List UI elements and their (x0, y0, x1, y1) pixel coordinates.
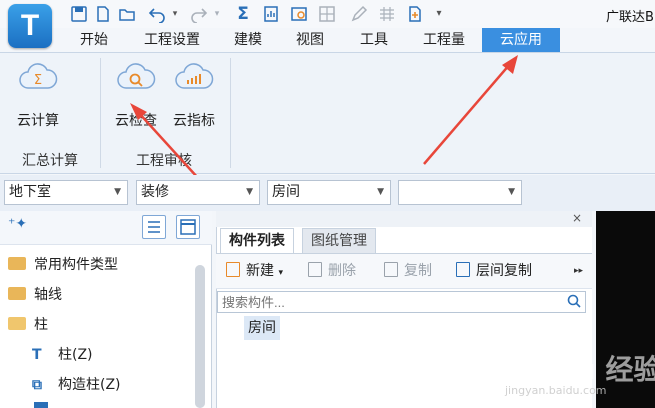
component-select[interactable]: ▼ (398, 180, 522, 205)
chevron-down-icon: ▼ (246, 187, 253, 197)
tab-project-settings[interactable]: 工程设置 (132, 28, 212, 52)
app-logo[interactable]: T (8, 4, 52, 48)
cloud-calc-label: 云计算 (17, 113, 59, 129)
folder-icon (8, 257, 26, 270)
group-summary-calc: 汇总计算 (22, 153, 78, 169)
new-label: 新建 (246, 263, 274, 279)
list-view-icon (148, 221, 160, 233)
list-item[interactable]: 房间 (244, 316, 280, 340)
tree-item-label: 柱(Z) (58, 347, 93, 363)
group-separator (100, 58, 101, 168)
tree-item-label: 柱 (34, 317, 48, 333)
redo-dropdown-icon[interactable]: ▾ (208, 5, 226, 23)
list-view-button[interactable] (142, 215, 166, 239)
floor-copy-label: 层间复制 (476, 263, 532, 279)
sum-icon[interactable]: Σ (234, 5, 252, 23)
customize-qa-icon[interactable]: ▾ (430, 5, 448, 23)
ribbon-panel (0, 52, 655, 174)
delete-button[interactable]: 删除 (308, 261, 356, 281)
tab-start[interactable]: 开始 (68, 28, 120, 52)
floor-copy-icon (456, 262, 470, 277)
chevron-down-icon: ▾ (278, 268, 283, 278)
copy-icon (384, 262, 398, 277)
search-icon[interactable] (566, 293, 582, 309)
detail-view-button[interactable] (176, 215, 200, 239)
copy-button[interactable]: 复制 (384, 261, 432, 281)
folder-icon (8, 287, 26, 300)
copy-label: 复制 (404, 263, 432, 279)
component-search-input[interactable] (217, 291, 586, 313)
construct-column-icon: ⧉ (32, 377, 42, 393)
tree-item-column-z[interactable]: T 柱(Z) (32, 344, 93, 366)
floor-copy-button[interactable]: 层间复制 (456, 261, 532, 281)
tree-item-axis[interactable]: 轴线 (8, 284, 62, 306)
view-icon[interactable] (290, 5, 308, 23)
tab-modeling[interactable]: 建模 (222, 28, 274, 52)
grid-icon[interactable] (318, 5, 336, 23)
delete-label: 删除 (328, 263, 356, 279)
new-icon (226, 262, 240, 277)
group-separator (230, 58, 231, 168)
tree-item-construct-column[interactable]: ⧉ 构造柱(Z) (32, 374, 121, 396)
detail-view-icon (180, 219, 196, 235)
undo-icon[interactable] (148, 5, 166, 23)
cloud-index-button[interactable]: 云指标 (168, 62, 220, 130)
table-icon[interactable] (378, 5, 396, 23)
open-folder-icon[interactable] (118, 5, 136, 23)
cloud-index-label: 云指标 (173, 113, 215, 129)
app-title: 广联达B (606, 10, 654, 25)
redo-icon[interactable] (190, 5, 208, 23)
tree-scrollbar-thumb[interactable] (195, 265, 205, 408)
group-project-review: 工程审核 (136, 153, 192, 169)
floor-select-value: 地下室 (9, 184, 51, 200)
tree-item-common-types[interactable]: 常用构件类型 (8, 254, 118, 276)
undo-dropdown-icon[interactable]: ▾ (166, 5, 184, 23)
floor-select[interactable]: 地下室 ▼ (4, 180, 128, 205)
watermark: Baidu 经验 (506, 353, 655, 386)
cloud-calc-button[interactable]: Σ 云计算 (12, 62, 64, 130)
chevron-down-icon: ▼ (377, 187, 384, 197)
close-icon[interactable]: × (572, 211, 582, 225)
column-icon: T (32, 347, 42, 363)
tab-tools[interactable]: 工具 (348, 28, 400, 52)
expand-tree-icon[interactable]: ⁺✦ (8, 216, 27, 232)
tab-view[interactable]: 视图 (284, 28, 336, 52)
toolbar-overflow-icon[interactable]: ▸▸ (574, 261, 583, 281)
chevron-down-icon: ▼ (114, 187, 121, 197)
report-icon[interactable] (262, 5, 280, 23)
folder-open-icon (8, 317, 26, 330)
save-icon[interactable] (70, 5, 88, 23)
tree-item-label: 常用构件类型 (34, 257, 118, 273)
cloud-chart-icon (175, 63, 214, 89)
pen-icon[interactable] (350, 5, 368, 23)
svg-text:Σ: Σ (34, 73, 42, 88)
watermark-url: jingyan.baidu.com (505, 384, 607, 397)
cloud-search-icon (117, 63, 156, 89)
delete-icon (308, 262, 322, 277)
tab-component-list[interactable]: 构件列表 (220, 228, 294, 253)
panel-header (216, 211, 592, 227)
tab-cloud-apps[interactable]: 云应用 (482, 28, 560, 52)
add-doc-icon[interactable] (406, 5, 424, 23)
tab-quantity[interactable]: 工程量 (412, 28, 476, 52)
type-select[interactable]: 房间 ▼ (267, 180, 391, 205)
tree-item-label: 构造柱(Z) (58, 377, 121, 393)
chevron-down-icon: ▼ (508, 187, 515, 197)
cloud-check-label: 云检查 (115, 113, 157, 129)
tree-item-label: 轴线 (34, 287, 62, 303)
category-select[interactable]: 装修 ▼ (136, 180, 260, 205)
tree-item-column[interactable]: 柱 (8, 314, 48, 336)
new-button[interactable]: 新建 ▾ (226, 261, 283, 283)
tab-drawing-management[interactable]: 图纸管理 (302, 228, 376, 253)
type-select-value: 房间 (272, 184, 300, 200)
category-select-value: 装修 (141, 184, 169, 200)
cloud-check-button[interactable]: 云检查 (110, 62, 162, 130)
next-tree-item-icon (34, 402, 48, 408)
new-doc-icon[interactable] (94, 5, 112, 23)
cloud-sum-icon: Σ (19, 63, 58, 89)
